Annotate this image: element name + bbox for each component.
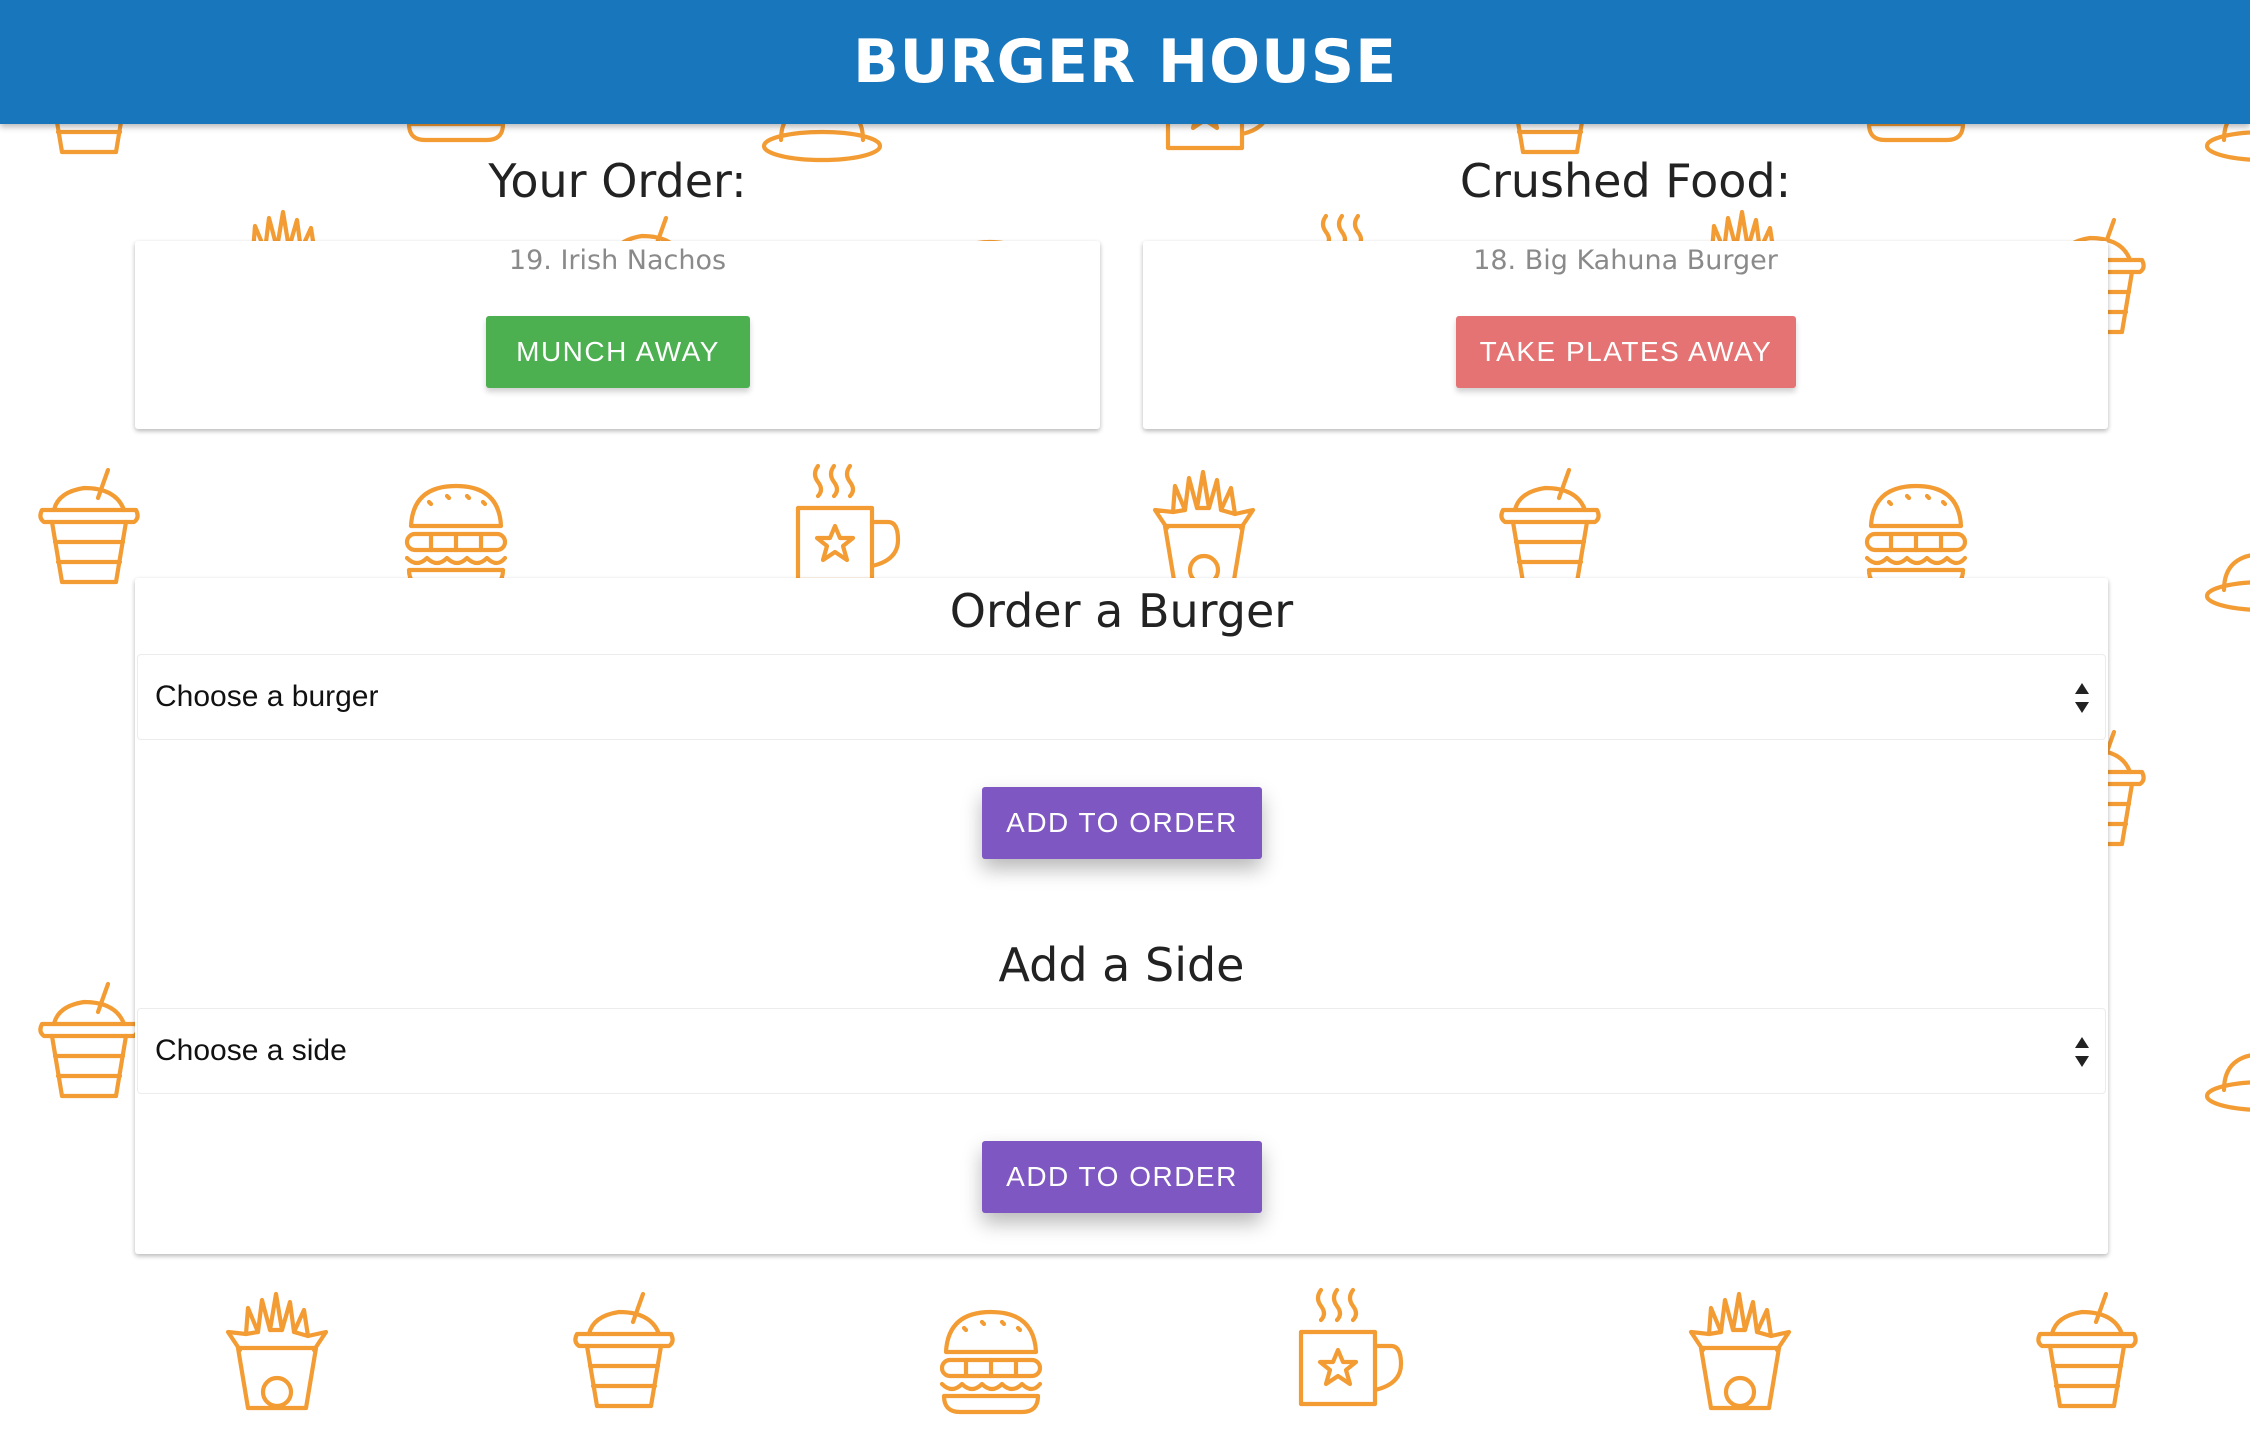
side-select-value: Choose a side: [155, 1034, 347, 1067]
plate-icon: [2200, 1000, 2250, 1130]
crushed-food-title: Crushed Food:: [1459, 154, 1792, 208]
crushed-food-card: 18. Big Kahuna Burger TAKE PLATES AWAY: [1143, 241, 2108, 429]
your-order-title: Your Order:: [488, 154, 747, 208]
coffee-cup-icon: [1273, 1280, 1403, 1410]
take-plates-away-button[interactable]: TAKE PLATES AWAY: [1456, 316, 1796, 388]
order-burger-title: Order a Burger: [949, 584, 1294, 638]
coffee-cup-icon: [770, 456, 900, 586]
crushed-item: 18. Big Kahuna Burger: [1473, 245, 1778, 276]
burger-select-value: Choose a burger: [155, 680, 379, 713]
plate-icon: [2200, 500, 2250, 630]
brand-logo-text[interactable]: BURGER HOUSE: [853, 27, 1397, 97]
drink-icon: [1485, 456, 1615, 586]
select-arrows-icon: [2075, 683, 2091, 713]
fries-icon: [1675, 1278, 1805, 1408]
fries-icon: [1139, 456, 1269, 586]
add-burger-to-order-button[interactable]: ADD TO ORDER: [982, 787, 1262, 859]
order-form-card: Order a Burger Choose a burger ADD TO OR…: [135, 578, 2108, 1254]
side-select[interactable]: Choose a side: [137, 1008, 2106, 1094]
your-order-card: 19. Irish Nachos MUNCH AWAY: [135, 241, 1100, 429]
add-side-to-order-button[interactable]: ADD TO ORDER: [982, 1141, 1262, 1213]
burger-select[interactable]: Choose a burger: [137, 654, 2106, 740]
navbar: BURGER HOUSE: [0, 0, 2250, 124]
ordered-item: 19. Irish Nachos: [508, 245, 727, 276]
munch-away-button[interactable]: MUNCH AWAY: [486, 316, 750, 388]
burger-icon: [926, 1296, 1056, 1426]
fries-icon: [212, 1278, 342, 1408]
drink-icon: [559, 1280, 689, 1410]
add-side-title: Add a Side: [998, 938, 1245, 992]
select-arrows-icon: [2075, 1037, 2091, 1067]
drink-icon: [2022, 1280, 2152, 1410]
drink-icon: [24, 456, 154, 586]
